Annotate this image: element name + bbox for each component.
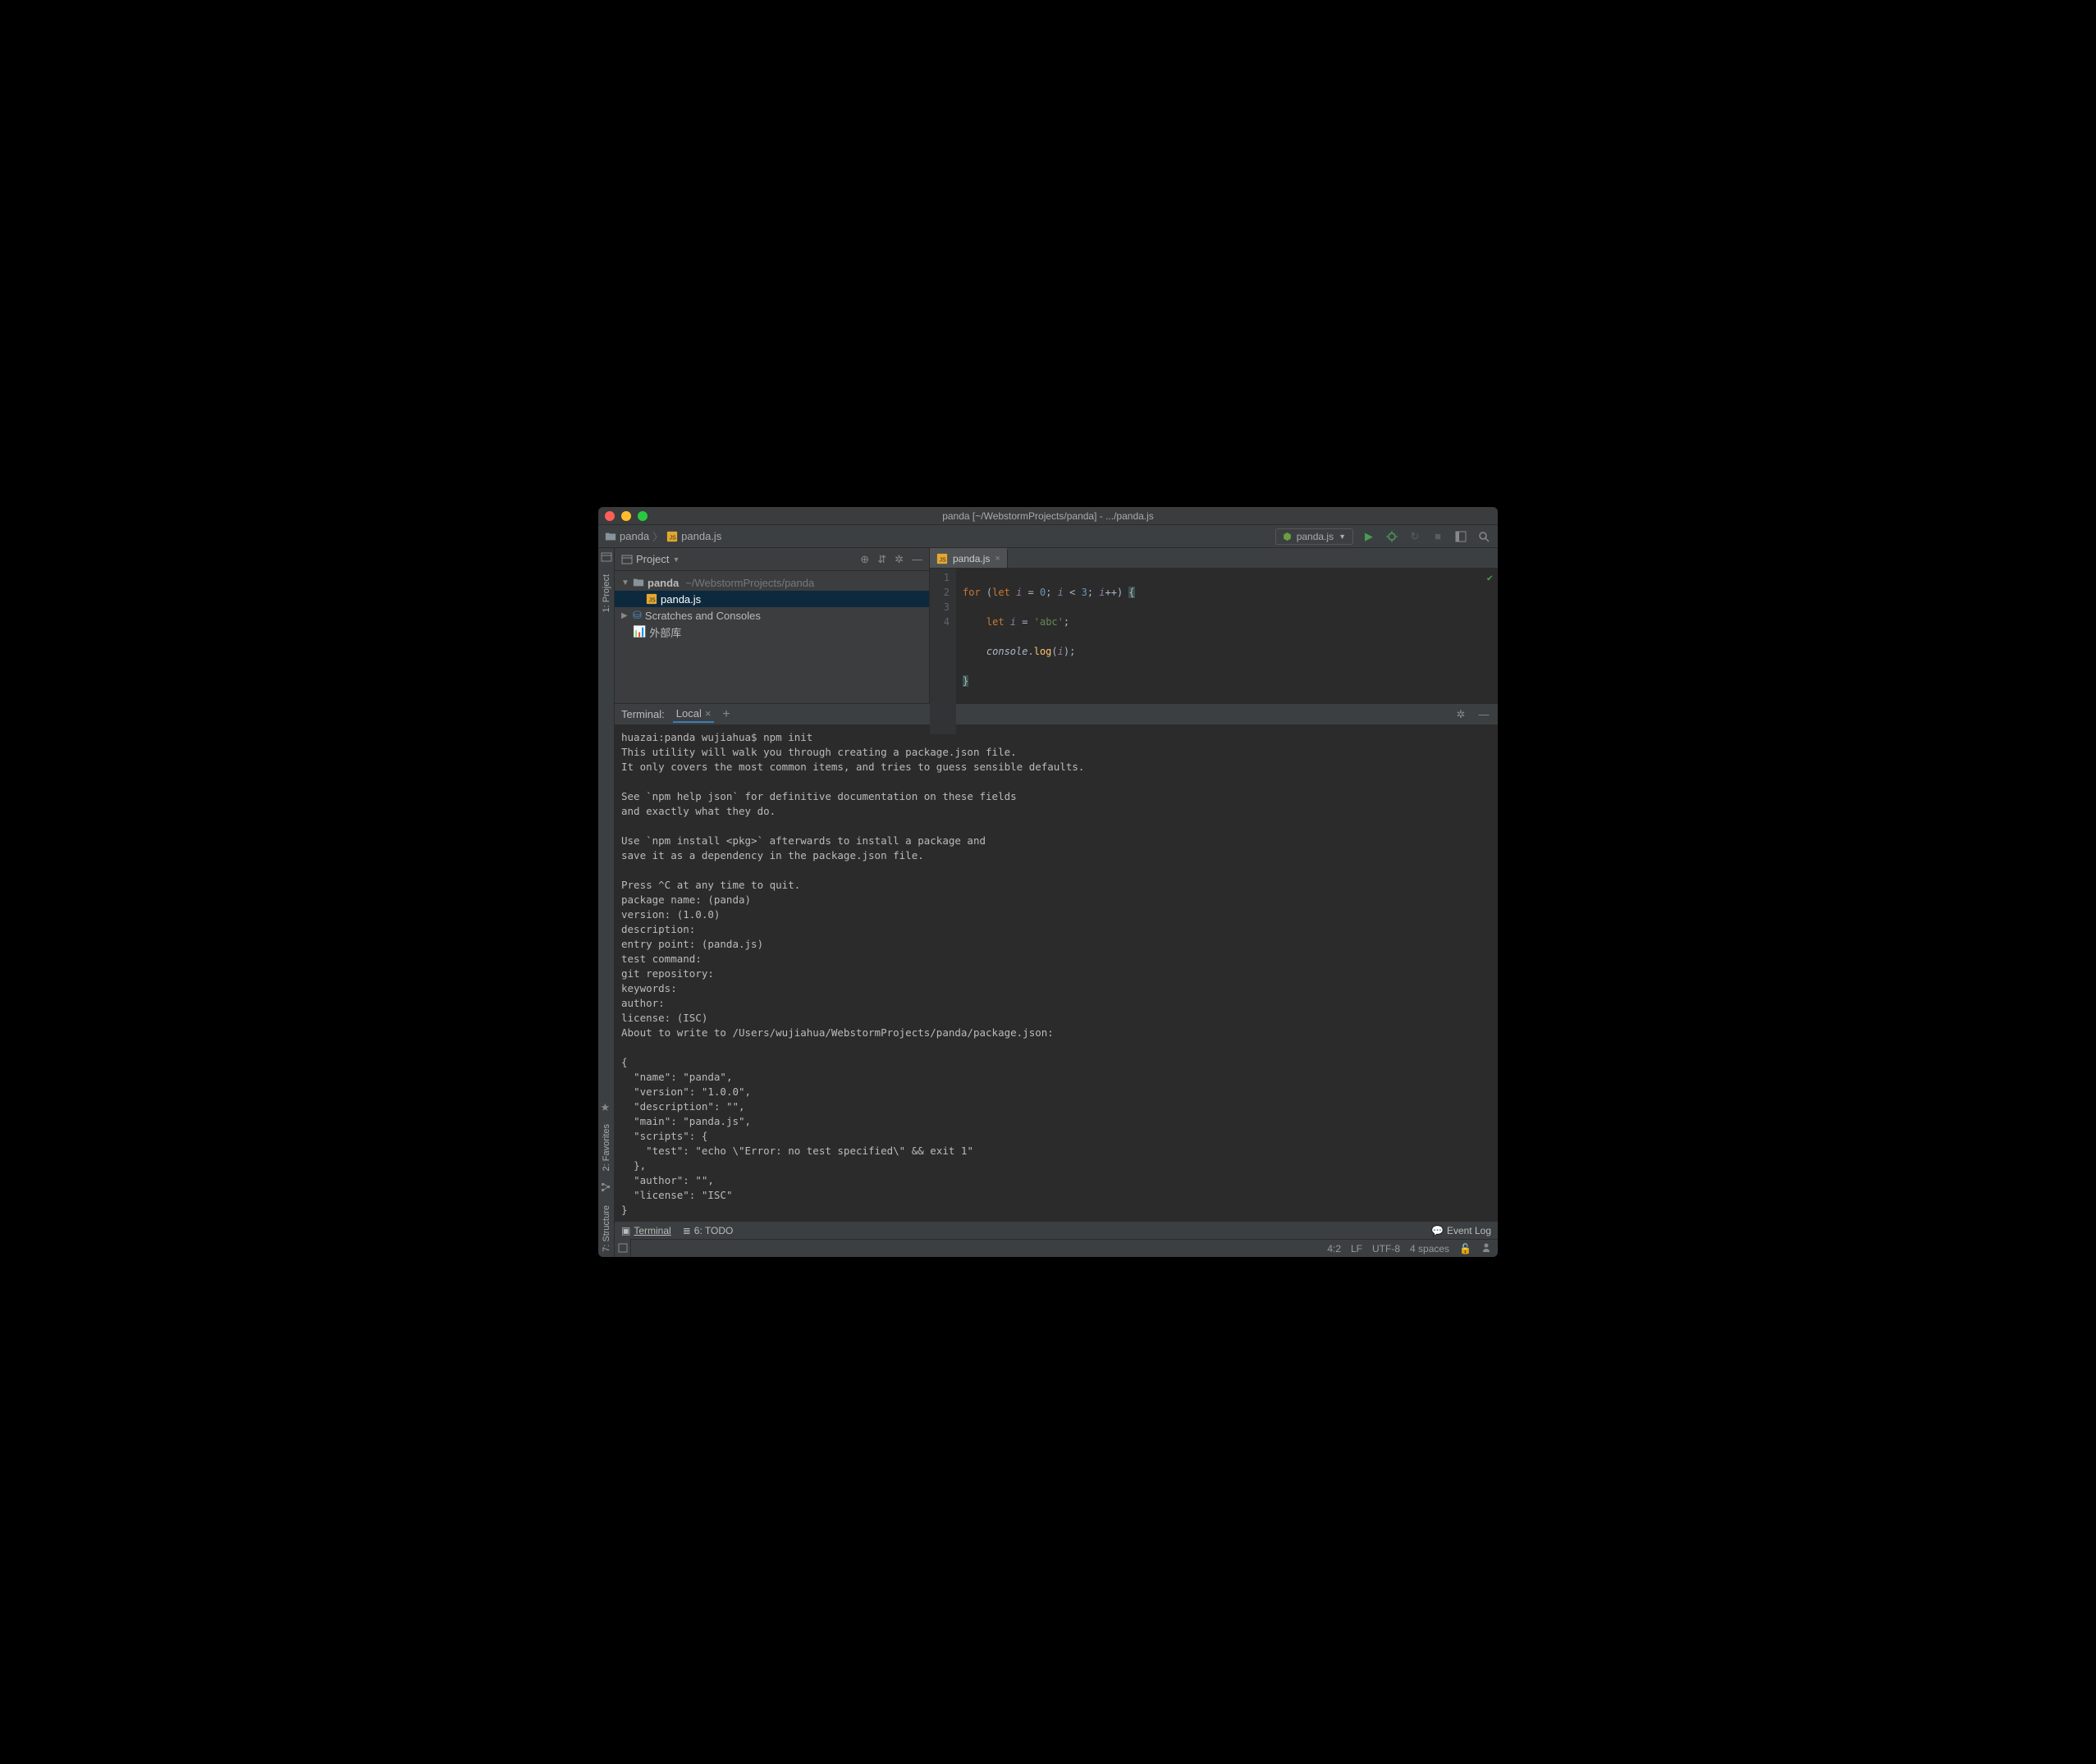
window-controls: [605, 511, 648, 521]
folder-icon: [633, 577, 644, 588]
breadcrumb-root[interactable]: panda: [620, 530, 649, 542]
project-panel-title[interactable]: Project ▼: [621, 553, 680, 565]
project-tool-icon[interactable]: [601, 551, 612, 563]
favorites-tool-icon[interactable]: ★: [601, 1101, 612, 1113]
folder-icon: [605, 531, 616, 542]
project-tree[interactable]: ▼ panda ~/WebstormProjects/panda JS: [615, 571, 929, 643]
event-log-icon: 💬: [1431, 1225, 1444, 1236]
window-title: panda [~/WebstormProjects/panda] - .../p…: [598, 510, 1498, 522]
search-everywhere-button[interactable]: [1476, 529, 1491, 544]
line-number: 1: [930, 570, 950, 585]
structure-tool-icon[interactable]: [601, 1182, 612, 1194]
run-config-label: panda.js: [1297, 531, 1334, 542]
line-number: 2: [930, 585, 950, 600]
todo-icon: ≣: [683, 1225, 691, 1236]
tree-file-pandajs[interactable]: JS panda.js: [615, 591, 929, 607]
js-file-icon: JS: [646, 593, 657, 605]
line-number: 4: [930, 615, 950, 629]
line-number-gutter: 1 2 3 4: [930, 569, 956, 734]
statusbar: 4:2 LF UTF-8 4 spaces 🔓: [631, 1239, 1498, 1257]
scratches-icon: ⛁: [633, 609, 642, 622]
editor-tab-pandajs[interactable]: JS panda.js ×: [930, 548, 1008, 568]
event-log-button[interactable]: 💬 Event Log: [1431, 1225, 1491, 1236]
titlebar: panda [~/WebstormProjects/panda] - .../p…: [598, 507, 1498, 525]
bottom-tool-buttons: ▣ Terminal ≣ 6: TODO 💬 Event Log: [615, 1221, 1498, 1239]
editor-tabs: JS panda.js ×: [930, 548, 1498, 569]
tree-root-path: ~/WebstormProjects/panda: [685, 577, 814, 589]
minimize-window-button[interactable]: [621, 511, 631, 521]
close-tab-button[interactable]: ×: [995, 554, 1000, 564]
locate-button[interactable]: ⊕: [860, 553, 869, 566]
run-button[interactable]: ▶: [1361, 529, 1376, 544]
terminal-tab-local[interactable]: Local ×: [673, 706, 715, 723]
file-encoding[interactable]: UTF-8: [1372, 1243, 1400, 1254]
collapse-all-button[interactable]: ⇵: [877, 553, 886, 566]
readonly-toggle-icon[interactable]: 🔓: [1459, 1243, 1471, 1254]
tree-scratches[interactable]: ▶ ⛁ Scratches and Consoles: [615, 607, 929, 624]
project-view-icon: [621, 554, 633, 565]
terminal-output[interactable]: huazai:panda wujiahua$ npm init This uti…: [615, 725, 1498, 1221]
js-file-icon: JS: [936, 553, 948, 564]
content-area: Project ▼ ⊕ ⇵ ✲ — ▼: [615, 548, 1498, 1257]
favorites-tool-tab[interactable]: 2: Favorites: [600, 1119, 613, 1176]
main-area: 1: Project ★ 2: Favorites 7: Structure P…: [598, 548, 1498, 1257]
expand-arrow-icon[interactable]: ▼: [621, 578, 629, 587]
svg-text:JS: JS: [940, 558, 947, 564]
debug-button[interactable]: [1384, 529, 1399, 544]
breadcrumb-separator: 〉: [652, 528, 663, 544]
expand-arrow-icon[interactable]: ▶: [621, 611, 629, 620]
code-editor[interactable]: 1 2 3 4 for (let i = 0; i < 3; i++) { le…: [930, 569, 1498, 734]
tool-windows-quick-access[interactable]: [615, 1239, 631, 1257]
todo-tool-button[interactable]: ≣ 6: TODO: [683, 1225, 734, 1236]
tree-scratches-label: Scratches and Consoles: [645, 610, 761, 622]
layout-settings-button[interactable]: [1453, 529, 1468, 544]
breadcrumb[interactable]: panda 〉 JS panda.js: [605, 528, 721, 544]
tree-external-label: 外部库: [649, 624, 681, 640]
main-toolbar: panda 〉 JS panda.js ⬢ panda.js ▼ ▶ ↻ ■: [598, 525, 1498, 548]
svg-text:JS: JS: [649, 598, 657, 604]
structure-tool-tab[interactable]: 7: Structure: [600, 1200, 613, 1257]
run-with-coverage-button[interactable]: ↻: [1407, 529, 1422, 544]
maximize-window-button[interactable]: [638, 511, 648, 521]
left-tool-gutter: 1: Project ★ 2: Favorites 7: Structure: [598, 548, 615, 1257]
stop-button[interactable]: ■: [1430, 529, 1445, 544]
tree-external-libs[interactable]: 📊 外部库: [615, 624, 929, 640]
js-file-icon: JS: [666, 531, 678, 542]
tree-root[interactable]: ▼ panda ~/WebstormProjects/panda: [615, 574, 929, 591]
close-window-button[interactable]: [605, 511, 615, 521]
svg-text:JS: JS: [670, 535, 677, 541]
hector-icon[interactable]: [1481, 1242, 1491, 1254]
breadcrumb-file[interactable]: panda.js: [681, 530, 721, 542]
new-terminal-button[interactable]: +: [722, 707, 730, 722]
inspection-ok-icon[interactable]: ✔: [1487, 570, 1493, 585]
run-config-selector[interactable]: ⬢ panda.js ▼: [1275, 528, 1353, 545]
ide-window: panda [~/WebstormProjects/panda] - .../p…: [598, 507, 1498, 1257]
caret-position[interactable]: 4:2: [1327, 1243, 1341, 1254]
project-tool-window: Project ▼ ⊕ ⇵ ✲ — ▼: [615, 548, 930, 703]
library-icon: 📊: [633, 625, 646, 638]
terminal-tool-window: Terminal: Local × + ✲ — huazai:panda wuj…: [615, 704, 1498, 1221]
toolbar-right: ⬢ panda.js ▼ ▶ ↻ ■: [1275, 528, 1491, 545]
terminal-tool-button[interactable]: ▣ Terminal: [621, 1225, 671, 1236]
line-number: 3: [930, 600, 950, 615]
tree-file-label: panda.js: [661, 593, 701, 606]
line-separator[interactable]: LF: [1351, 1243, 1362, 1254]
close-terminal-tab-button[interactable]: ×: [705, 707, 712, 720]
upper-split: Project ▼ ⊕ ⇵ ✲ — ▼: [615, 548, 1498, 704]
settings-button[interactable]: ✲: [895, 553, 904, 566]
nodejs-icon: ⬢: [1283, 531, 1291, 542]
project-tool-tab[interactable]: 1: Project: [600, 569, 613, 617]
indent-settings[interactable]: 4 spaces: [1410, 1243, 1449, 1254]
terminal-header-label: Terminal:: [621, 708, 665, 720]
editor-tab-label: panda.js: [953, 553, 990, 564]
tree-root-name: panda: [648, 577, 679, 589]
hide-panel-button[interactable]: —: [912, 553, 922, 566]
editor-panel: JS panda.js × 1 2 3 4 for (: [930, 548, 1498, 703]
project-panel-header: Project ▼ ⊕ ⇵ ✲ —: [615, 548, 929, 571]
terminal-icon: ▣: [621, 1225, 630, 1236]
code-area[interactable]: for (let i = 0; i < 3; i++) { let i = 'a…: [956, 569, 1498, 734]
chevron-down-icon: ▼: [672, 555, 680, 564]
chevron-down-icon: ▼: [1339, 532, 1346, 541]
